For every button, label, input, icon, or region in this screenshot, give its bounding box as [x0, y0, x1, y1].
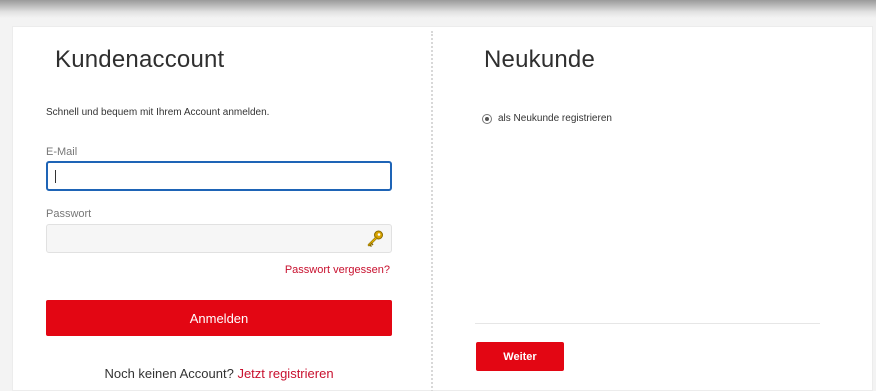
login-title: Kundenaccount: [55, 46, 225, 73]
new-customer-option[interactable]: als Neukunde registrieren: [482, 113, 612, 124]
password-label: Passwort: [46, 208, 92, 220]
email-label: E-Mail: [46, 146, 78, 158]
column-divider: [431, 31, 433, 391]
top-shadow-bar: [0, 0, 876, 18]
key-icon[interactable]: [366, 230, 384, 248]
email-field[interactable]: [46, 161, 392, 191]
forgot-password-link[interactable]: Passwort vergessen?: [285, 264, 390, 276]
login-button[interactable]: Anmelden: [46, 300, 392, 336]
continue-button[interactable]: Weiter: [476, 342, 564, 371]
text-caret: [55, 170, 56, 183]
login-subtitle: Schnell und bequem mit Ihrem Account anm…: [46, 107, 270, 118]
right-separator: [475, 323, 820, 324]
login-panel: Kundenaccount Schnell und bequem mit Ihr…: [12, 26, 873, 391]
register-row: Noch keinen Account? Jetzt registrieren: [46, 366, 392, 381]
radio-icon[interactable]: [482, 113, 492, 124]
register-link[interactable]: Jetzt registrieren: [237, 366, 333, 381]
new-customer-option-label: als Neukunde registrieren: [498, 113, 612, 124]
password-field[interactable]: [46, 224, 392, 253]
new-customer-title: Neukunde: [484, 46, 596, 73]
register-prompt: Noch keinen Account?: [104, 366, 234, 381]
